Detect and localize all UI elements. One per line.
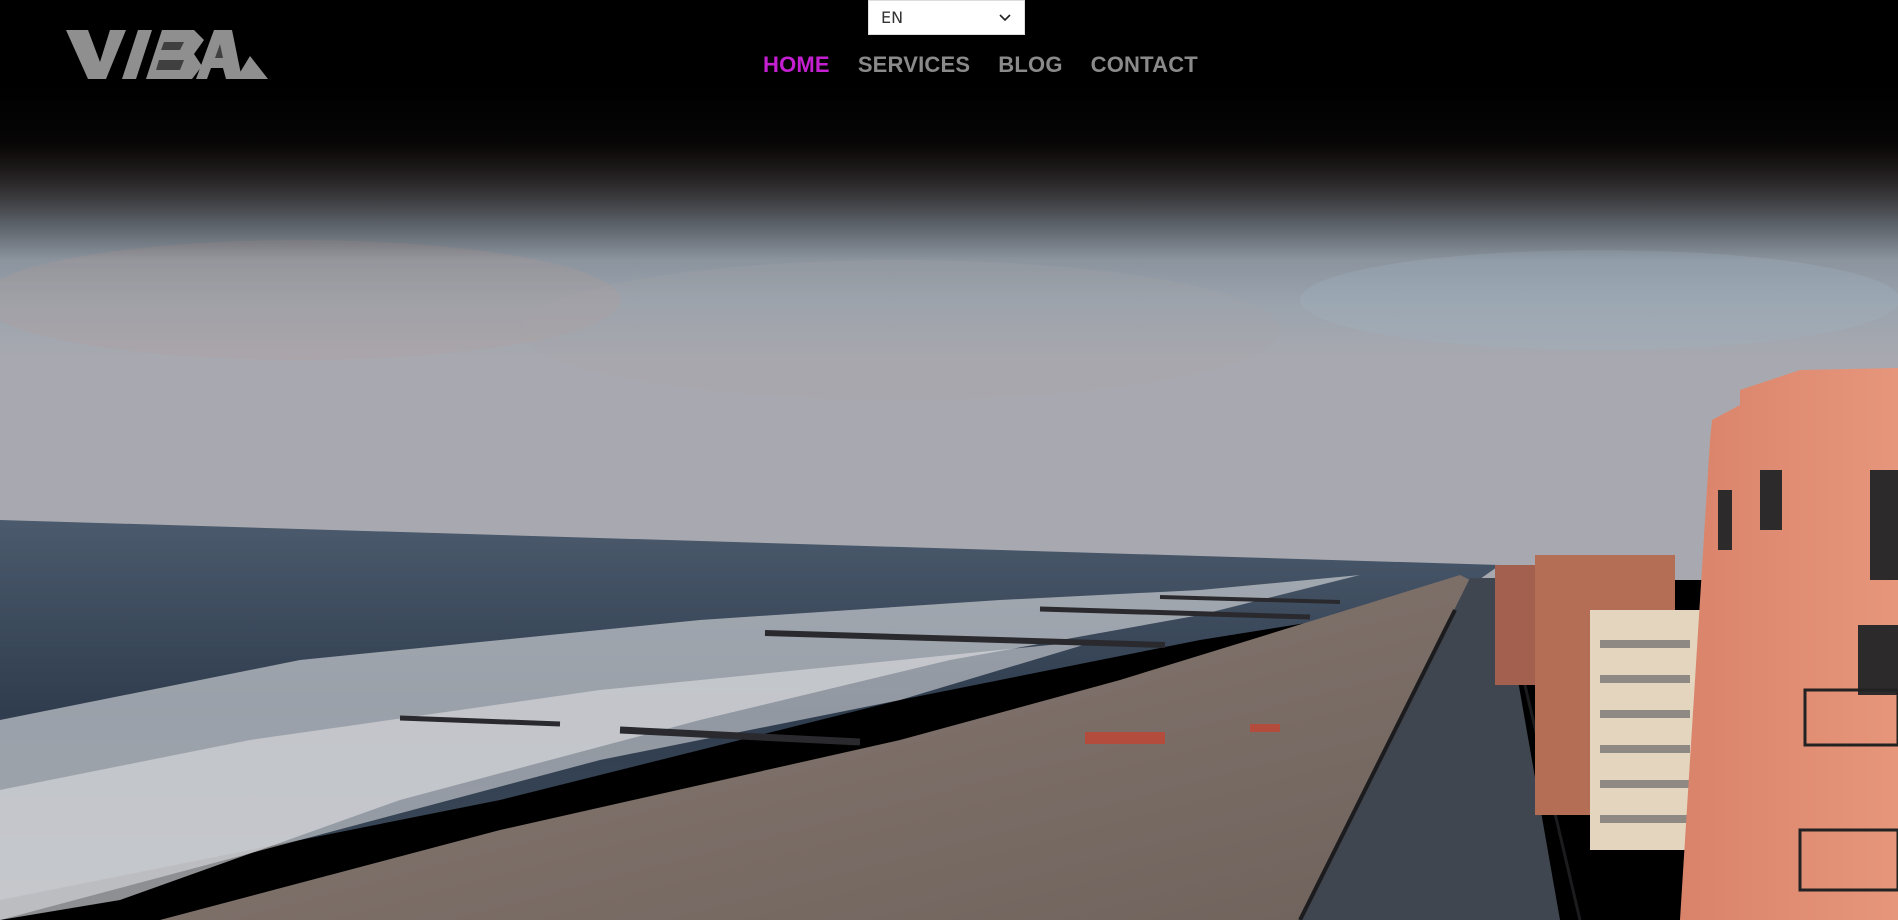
language-select-value: EN — [881, 8, 904, 27]
language-select[interactable]: EN — [868, 0, 1025, 35]
hero-video-background — [0, 0, 1898, 920]
site-logo[interactable] — [66, 28, 268, 81]
nav-item-services[interactable]: SERVICES — [858, 52, 970, 78]
chevron-down-icon — [999, 14, 1011, 22]
vibal-logo-mark — [66, 30, 268, 79]
beach-scene — [0, 0, 1898, 920]
nav-item-home[interactable]: HOME — [763, 52, 830, 78]
nav-item-contact[interactable]: CONTACT — [1091, 52, 1198, 78]
main-nav: HOME SERVICES BLOG CONTACT — [763, 52, 1198, 78]
nav-item-blog[interactable]: BLOG — [998, 52, 1062, 78]
